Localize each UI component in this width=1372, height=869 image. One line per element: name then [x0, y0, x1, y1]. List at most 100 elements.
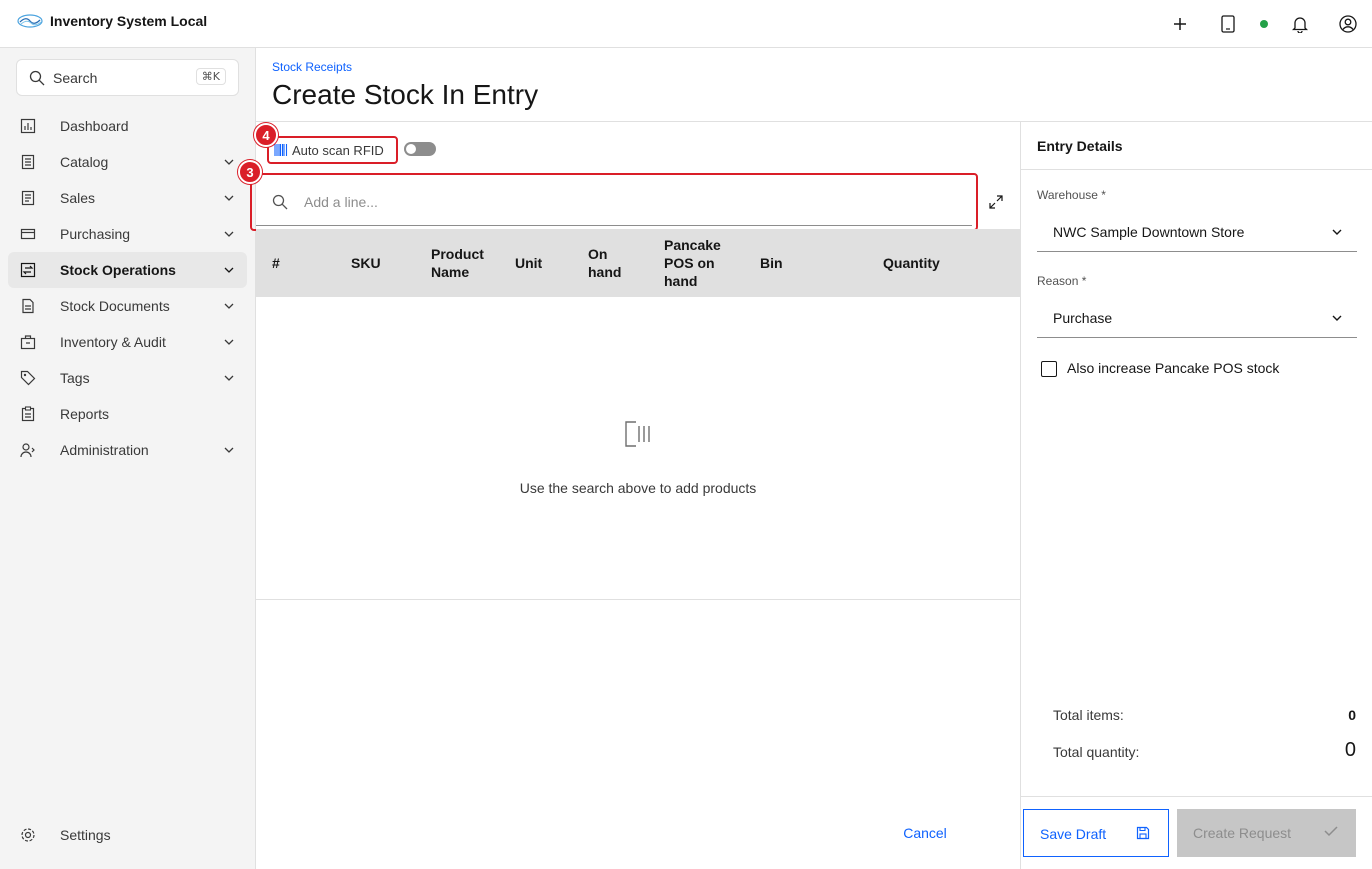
- document-icon: [22, 298, 34, 314]
- auto-scan-rfid-label: Auto scan RFID: [267, 136, 398, 164]
- column-header-product-name: Product Name: [431, 246, 484, 280]
- sidebar-item-reports[interactable]: Reports: [8, 396, 247, 432]
- status-online-icon: [1260, 20, 1268, 28]
- cancel-button[interactable]: Cancel: [880, 816, 970, 850]
- column-header-quantity: Quantity: [883, 255, 940, 271]
- total-quantity-value: 0: [1344, 739, 1356, 761]
- add-line-input[interactable]: [304, 190, 954, 214]
- sidebar-item-label: Purchasing: [60, 226, 131, 242]
- chevron-down-icon: [224, 231, 234, 237]
- sidebar-item-tags[interactable]: Tags: [8, 360, 247, 396]
- total-items-label: Total items:: [1053, 707, 1124, 723]
- notification-icon[interactable]: [1288, 12, 1312, 36]
- maximize-button[interactable]: [984, 190, 1008, 214]
- sidebar-item-sales[interactable]: Sales: [8, 180, 247, 216]
- sidebar-item-label: Tags: [60, 370, 90, 386]
- user-avatar-icon[interactable]: [1336, 12, 1360, 36]
- admin-icon: [20, 443, 35, 458]
- sidebar-nav: Dashboard Catalog Sales Purchasing Stock…: [8, 108, 247, 468]
- table-header: # SKU Product Name Unit On hand Pancake …: [256, 229, 1020, 297]
- chevron-down-icon: [224, 375, 234, 381]
- sidebar-item-label: Stock Operations: [60, 262, 176, 278]
- chevron-down-icon: [224, 195, 234, 201]
- sidebar-item-label: Stock Documents: [60, 298, 170, 314]
- sidebar-item-catalog[interactable]: Catalog: [8, 144, 247, 180]
- reason-label: Reason *: [1037, 274, 1087, 288]
- tag-icon: [20, 370, 36, 386]
- sidebar-item-purchasing[interactable]: Purchasing: [8, 216, 247, 252]
- top-header: Inventory System Local: [0, 0, 1372, 48]
- chevron-down-icon: [1332, 229, 1342, 235]
- increase-pos-stock-checkbox[interactable]: [1041, 361, 1057, 377]
- sidebar-search[interactable]: Search ⌘K: [16, 59, 239, 96]
- chevron-down-icon: [224, 339, 234, 345]
- sales-icon: [21, 190, 35, 206]
- column-header-pos-on-hand: Pancake POS on hand: [664, 237, 721, 289]
- sidebar-item-label: Sales: [60, 190, 96, 206]
- annotation-badge-rfid: 4: [254, 123, 278, 147]
- save-draft-button[interactable]: Save Draft: [1023, 809, 1169, 857]
- divider: [1021, 796, 1372, 797]
- add-icon[interactable]: [1168, 12, 1192, 36]
- increase-pos-stock-label: Also increase Pancake POS stock: [1067, 360, 1280, 376]
- sidebar-item-label: Settings: [60, 827, 111, 843]
- save-icon: [1136, 826, 1150, 840]
- gear-icon: [21, 828, 35, 842]
- column-header-index: #: [272, 255, 280, 271]
- app-title: Inventory System Local: [50, 13, 208, 29]
- warehouse-label: Warehouse *: [1037, 188, 1106, 202]
- breadcrumb[interactable]: Stock Receipts: [272, 60, 352, 74]
- empty-state-message: Use the search above to add products: [519, 480, 757, 496]
- chevron-down-icon: [1332, 315, 1342, 321]
- panel-title: Entry Details: [1037, 138, 1123, 154]
- sidebar-item-inventory-audit[interactable]: Inventory & Audit: [8, 324, 247, 360]
- sidebar: Search ⌘K Dashboard Catalog Sales Purcha…: [0, 48, 256, 869]
- search-icon: [272, 194, 288, 210]
- search-icon: [29, 70, 45, 86]
- add-line-search[interactable]: [256, 178, 972, 226]
- warehouse-value: NWC Sample Downtown Store: [1053, 224, 1245, 240]
- chevron-down-icon: [224, 267, 234, 273]
- inventory-icon: [20, 335, 36, 350]
- dashboard-icon: [20, 118, 36, 134]
- sidebar-item-dashboard[interactable]: Dashboard: [8, 108, 247, 144]
- create-request-button[interactable]: Create Request: [1177, 809, 1356, 857]
- total-items-value: 0: [1348, 707, 1356, 723]
- barcode-icon: [274, 144, 288, 156]
- chevron-down-icon: [224, 447, 234, 453]
- chevron-down-icon: [224, 303, 234, 309]
- page-title: Create Stock In Entry: [272, 79, 539, 110]
- purchasing-icon: [20, 228, 36, 240]
- tablet-icon[interactable]: [1216, 12, 1240, 36]
- catalog-icon: [21, 154, 35, 170]
- table-body: Use the search above to add products: [256, 297, 1020, 600]
- report-icon: [21, 406, 35, 422]
- app-logo-icon: [17, 14, 43, 28]
- column-header-bin: Bin: [760, 255, 783, 271]
- reason-select[interactable]: Purchase: [1037, 298, 1357, 338]
- sidebar-item-stock-operations[interactable]: Stock Operations: [8, 252, 247, 288]
- sidebar-item-settings[interactable]: Settings: [8, 817, 247, 853]
- warehouse-select[interactable]: NWC Sample Downtown Store: [1037, 212, 1357, 252]
- chevron-down-icon: [224, 159, 234, 165]
- maximize-icon: [989, 195, 1003, 209]
- stock-operations-icon: [20, 262, 36, 278]
- auto-scan-rfid-toggle[interactable]: [404, 142, 436, 156]
- sidebar-item-label: Reports: [60, 406, 110, 422]
- sidebar-item-label: Administration: [60, 442, 149, 458]
- sidebar-item-administration[interactable]: Administration: [8, 432, 247, 468]
- sidebar-item-stock-documents[interactable]: Stock Documents: [8, 288, 247, 324]
- toggle-knob: [406, 144, 416, 154]
- checkmark-icon: [1324, 826, 1338, 837]
- barcode-scan-icon: [625, 421, 650, 447]
- search-shortcut: ⌘K: [195, 68, 226, 85]
- column-header-unit: Unit: [515, 255, 543, 271]
- divider: [1021, 169, 1372, 170]
- column-header-on-hand: On hand: [588, 246, 622, 280]
- column-header-sku: SKU: [351, 255, 381, 271]
- entry-details-panel: Entry Details Warehouse * NWC Sample Dow…: [1020, 121, 1372, 869]
- search-label: Search: [53, 70, 98, 86]
- sidebar-item-label: Dashboard: [60, 118, 129, 134]
- create-request-label: Create Request: [1193, 825, 1292, 841]
- sidebar-item-label: Inventory & Audit: [60, 334, 166, 350]
